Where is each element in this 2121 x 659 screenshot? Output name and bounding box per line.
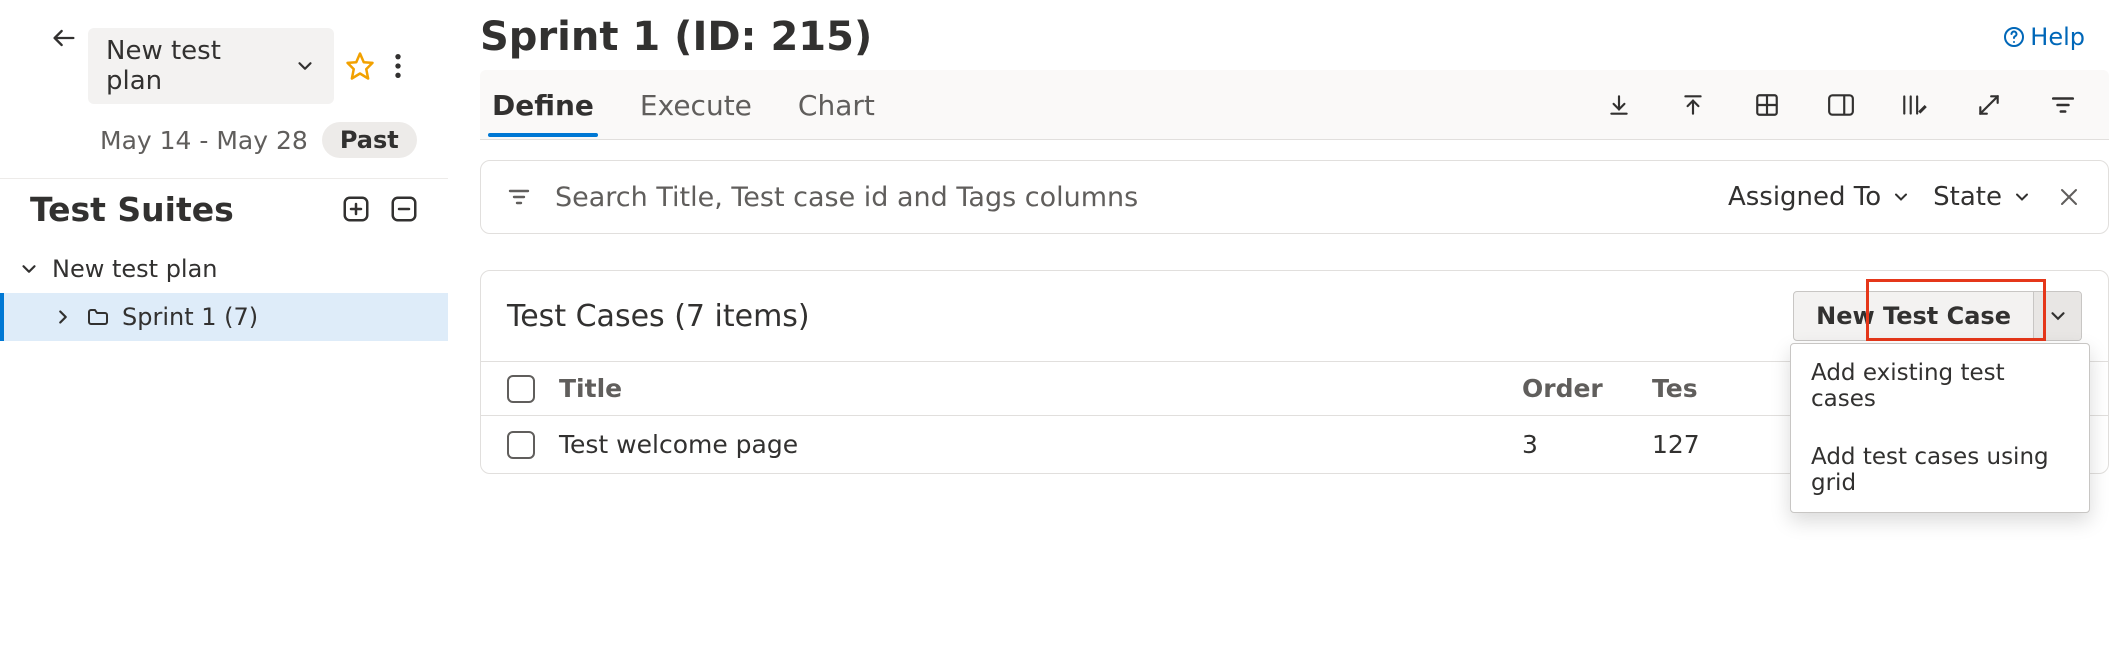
test-cases-heading: Test Cases (7 items) bbox=[507, 299, 1793, 334]
fullscreen-icon[interactable] bbox=[1973, 89, 2005, 121]
row-order: 3 bbox=[1522, 430, 1652, 459]
new-test-case-button[interactable]: New Test Case bbox=[1794, 292, 2033, 340]
assigned-to-label: Assigned To bbox=[1728, 182, 1881, 212]
export-up-icon[interactable] bbox=[1677, 89, 1709, 121]
tree-root-label: New test plan bbox=[52, 255, 218, 283]
page-title: Sprint 1 (ID: 215) bbox=[480, 14, 2002, 60]
suites-title: Test Suites bbox=[30, 190, 328, 229]
collapse-suite-button[interactable] bbox=[384, 189, 424, 229]
tree-child-item[interactable]: Sprint 1 (7) bbox=[0, 293, 448, 341]
row-checkbox[interactable] bbox=[507, 431, 535, 459]
column-test[interactable]: Tes bbox=[1652, 374, 1752, 403]
filter-bar: Assigned To State bbox=[480, 160, 2109, 234]
suites-header: Test Suites bbox=[0, 178, 448, 239]
new-test-case-menu: Add existing test cases Add test cases u… bbox=[1790, 343, 2090, 513]
sidebar: New test plan May 14 - May 28 Past Test … bbox=[0, 0, 448, 659]
test-cases-box: Test Cases (7 items) New Test Case Add e… bbox=[480, 270, 2109, 474]
columns-edit-icon[interactable] bbox=[1899, 89, 1931, 121]
chevron-down-icon bbox=[18, 258, 40, 280]
export-down-icon[interactable] bbox=[1603, 89, 1635, 121]
add-suite-button[interactable] bbox=[336, 189, 376, 229]
filter-funnel-icon[interactable] bbox=[2047, 89, 2079, 121]
grid-view-icon[interactable] bbox=[1751, 89, 1783, 121]
row-title: Test welcome page bbox=[559, 430, 1522, 459]
search-input[interactable] bbox=[555, 182, 1706, 213]
state-label: State bbox=[1933, 182, 2002, 212]
side-panel-icon[interactable] bbox=[1825, 89, 1857, 121]
row-test: 127 bbox=[1652, 430, 1752, 459]
tab-execute[interactable]: Execute bbox=[636, 73, 756, 136]
main-pane: Sprint 1 (ID: 215) Help Define Execute C… bbox=[448, 0, 2121, 659]
column-title[interactable]: Title bbox=[559, 374, 1522, 403]
help-label: Help bbox=[2030, 23, 2085, 51]
status-badge: Past bbox=[322, 122, 417, 158]
tab-chart[interactable]: Chart bbox=[794, 73, 879, 136]
tree-root-item[interactable]: New test plan bbox=[0, 245, 448, 293]
menu-add-grid[interactable]: Add test cases using grid bbox=[1791, 428, 2089, 512]
column-order[interactable]: Order bbox=[1522, 374, 1652, 403]
new-test-case-split-button: New Test Case bbox=[1793, 291, 2082, 341]
help-link[interactable]: Help bbox=[2002, 23, 2085, 51]
plan-dates: May 14 - May 28 Past bbox=[0, 114, 448, 178]
clear-filter-icon[interactable] bbox=[2054, 182, 2084, 212]
state-filter[interactable]: State bbox=[1933, 182, 2032, 212]
folder-icon bbox=[86, 305, 110, 329]
filter-lines-icon[interactable] bbox=[505, 183, 533, 211]
tab-bar: Define Execute Chart bbox=[480, 70, 2109, 140]
tree-child-label: Sprint 1 (7) bbox=[122, 303, 258, 331]
help-circle-icon bbox=[2002, 25, 2026, 49]
suite-tree: New test plan Sprint 1 (7) bbox=[0, 239, 448, 341]
date-range-label: May 14 - May 28 bbox=[100, 126, 308, 155]
menu-add-existing[interactable]: Add existing test cases bbox=[1791, 344, 2089, 428]
chevron-right-icon bbox=[52, 306, 74, 328]
new-test-case-dropdown[interactable] bbox=[2033, 292, 2081, 340]
assigned-to-filter[interactable]: Assigned To bbox=[1728, 182, 1911, 212]
back-arrow-icon[interactable] bbox=[46, 20, 82, 56]
tab-define[interactable]: Define bbox=[488, 73, 598, 136]
select-all-checkbox[interactable] bbox=[507, 375, 535, 403]
